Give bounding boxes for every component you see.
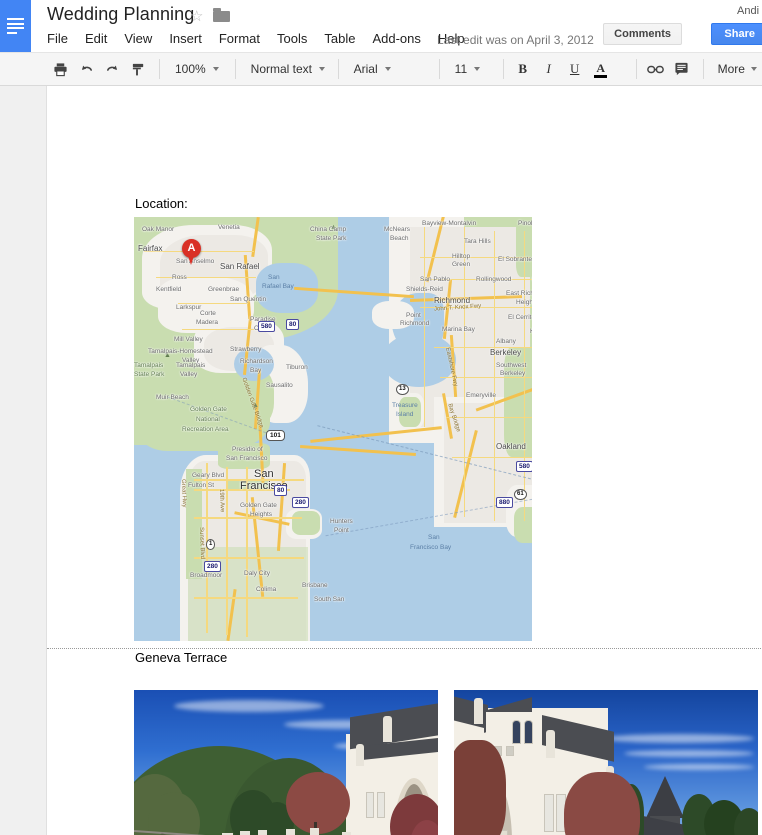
photo-building-courtyard[interactable]: [454, 690, 758, 835]
app-header: Wedding Planning ☆ File Edit View Insert…: [0, 0, 762, 52]
menu-item-insert[interactable]: Insert: [169, 29, 211, 48]
paragraph-venue-heading: Geneva Terrace: [135, 650, 228, 665]
share-button[interactable]: Share: [711, 23, 762, 45]
chevron-down-icon: [212, 67, 219, 71]
font-size-value: 11: [454, 62, 468, 76]
redo-icon[interactable]: [100, 57, 124, 81]
undo-icon[interactable]: [74, 57, 98, 81]
paragraph-location-heading: Location:: [135, 196, 188, 211]
more-options-button[interactable]: More: [711, 57, 762, 81]
toolbar-separator: [702, 59, 704, 79]
font-size-select[interactable]: 11: [447, 57, 496, 81]
chevron-down-icon: [474, 67, 481, 71]
menu-item-add-ons[interactable]: Add-ons: [372, 29, 429, 48]
photo-terrace-labyrinth[interactable]: [134, 690, 438, 835]
text-color-button[interactable]: A: [589, 57, 613, 81]
document-scroll-area[interactable]: Location: ▲ ▲ ▲ Oak Manor Venetia China …: [0, 86, 762, 835]
menu-item-table[interactable]: Table: [324, 29, 364, 48]
italic-button[interactable]: I: [537, 57, 561, 81]
comments-button[interactable]: Comments: [603, 23, 682, 45]
map-image[interactable]: ▲ ▲ ▲ Oak Manor Venetia China Camp State…: [134, 217, 532, 641]
star-icon[interactable]: ☆: [190, 9, 203, 24]
zoom-select[interactable]: 100%: [167, 57, 228, 81]
toolbar-separator: [502, 59, 504, 79]
map-marker-label: A: [187, 242, 196, 254]
map-marker-a[interactable]: A: [182, 239, 201, 267]
formatting-toolbar: 100% Normal text Arial 11 B I U A More: [0, 52, 762, 86]
document-title[interactable]: Wedding Planning: [47, 4, 194, 25]
toolbar-separator: [337, 59, 339, 79]
text-color-swatch: [594, 74, 608, 78]
folder-icon[interactable]: [213, 8, 231, 22]
print-icon[interactable]: [48, 57, 72, 81]
google-docs-logo-icon[interactable]: [0, 0, 31, 52]
menu-item-format[interactable]: Format: [219, 29, 269, 48]
chevron-down-icon: [750, 67, 757, 71]
paint-format-icon[interactable]: [126, 57, 150, 81]
add-comment-icon[interactable]: [670, 57, 694, 81]
menu-item-tools[interactable]: Tools: [277, 29, 316, 48]
page-break-divider: [47, 648, 762, 649]
paragraph-style-select[interactable]: Normal text: [243, 57, 331, 81]
map-canvas: ▲ ▲ ▲ Oak Manor Venetia China Camp State…: [134, 217, 532, 641]
link-icon[interactable]: [644, 57, 668, 81]
menu-item-view[interactable]: View: [124, 29, 161, 48]
text-color-label: A: [596, 60, 606, 75]
font-family-select[interactable]: Arial: [346, 57, 432, 81]
chevron-down-icon: [319, 67, 326, 71]
toolbar-separator: [635, 59, 637, 79]
text-color-dropdown[interactable]: [615, 57, 627, 81]
more-label: More: [717, 62, 745, 76]
user-name-label: Andi: [737, 5, 759, 17]
zoom-value: 100%: [174, 62, 206, 76]
menu-bar: File Edit View Insert Format Tools Table…: [47, 29, 482, 48]
docs-logo-bars: [7, 18, 24, 34]
menu-item-edit[interactable]: Edit: [85, 29, 116, 48]
toolbar-separator: [438, 59, 440, 79]
underline-button[interactable]: U: [563, 57, 587, 81]
bold-button[interactable]: B: [511, 57, 535, 81]
menu-item-file[interactable]: File: [47, 29, 77, 48]
last-edit-status[interactable]: Last edit was on April 3, 2012: [437, 33, 594, 47]
toolbar-separator: [234, 59, 236, 79]
document-page[interactable]: Location: ▲ ▲ ▲ Oak Manor Venetia China …: [46, 86, 762, 835]
chevron-down-icon: [384, 67, 391, 71]
font-family-value: Arial: [353, 62, 378, 76]
toolbar-separator: [159, 59, 160, 79]
paragraph-style-value: Normal text: [250, 62, 313, 76]
